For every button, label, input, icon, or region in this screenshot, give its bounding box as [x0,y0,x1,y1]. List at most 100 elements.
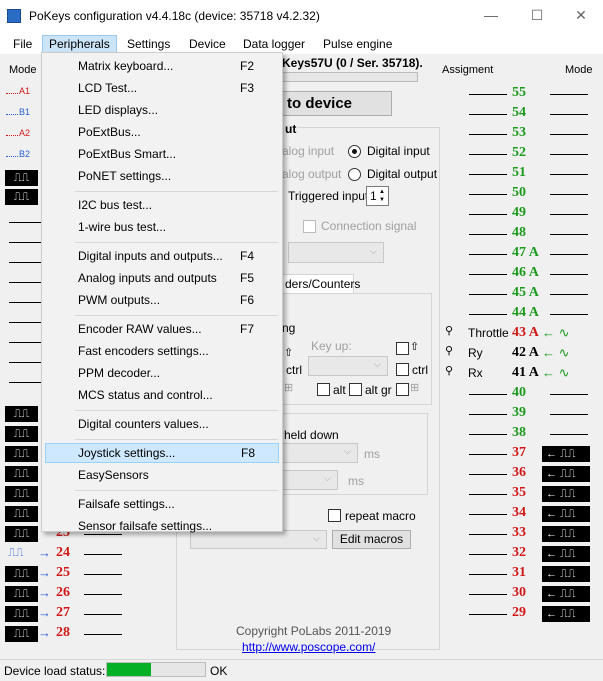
digital-input-radio[interactable] [348,145,361,158]
menu-peripherals[interactable]: Peripherals [42,35,117,53]
digital-input-indicator[interactable]: ⎍⎍ [5,170,38,186]
pin-line [469,194,507,195]
digital-input-indicator[interactable]: ⎍⎍ [5,506,38,522]
digital-output-indicator[interactable]: ← ⎍⎍ [542,566,590,582]
digital-input-indicator[interactable]: ⎍⎍ [5,606,38,622]
repeat-macro-label: repeat macro [345,509,416,523]
connection-signal-checkbox[interactable] [303,220,316,233]
pin-number-39: 39 [512,405,526,420]
digital-output-label: Digital output [367,167,438,181]
menu-item-led-displays[interactable]: LED displays... [45,100,279,120]
digital-output-indicator[interactable]: ← ⎍⎍ [542,546,590,562]
menu-item-i2c-bus-test[interactable]: I2C bus test... [45,195,279,215]
menu-item-lcd-test[interactable]: LCD Test... F3 [45,78,279,98]
menu-item-easysensors[interactable]: EasySensors [45,465,279,485]
pin-number-52: 52 [512,145,526,160]
menu-item-digital-inputs-and-outputs[interactable]: Digital inputs and outputs... F4 [45,246,279,266]
digital-input-indicator[interactable]: ⎍⎍ [5,566,38,582]
menu-item-fast-encoders-settings[interactable]: Fast encoders settings... [45,341,279,361]
menu-item-label: Failsafe settings... [78,497,175,511]
title-bar: PoKeys configuration v4.4.18c (device: 3… [0,0,603,33]
pin-line [9,242,41,243]
menu-device[interactable]: Device [182,35,233,53]
menu-pulse-engine[interactable]: Pulse engine [316,35,399,53]
digital-output-radio[interactable] [348,168,361,181]
pin-line [469,134,507,135]
digital-output-indicator[interactable]: ← ⎍⎍ [542,606,590,622]
edit-macros-button[interactable]: Edit macros [332,530,411,549]
menu-settings[interactable]: Settings [120,35,177,53]
shift-icon-left: ⇧ [284,347,294,359]
menu-item-analog-inputs-and-outputs[interactable]: Analog inputs and outputs F5 [45,268,279,288]
device-label: Keys57U (0 / Ser. 35718). [282,56,423,70]
menu-item-label: EasySensors [78,468,149,482]
menu-item-sensor-failsafe-settings[interactable]: Sensor failsafe settings... [45,516,279,536]
pin-number-43A: 43 A [512,325,539,340]
website-link[interactable]: http://www.poscope.com/ [242,640,375,654]
digital-input-indicator[interactable]: ⎍⎍ [5,189,38,205]
menu-item-mcs-status-and-control[interactable]: MCS status and control... [45,385,279,405]
menu-file[interactable]: File [6,35,39,53]
close-button[interactable]: ✕ [558,0,603,31]
menu-data-logger[interactable]: Data logger [236,35,312,53]
alt-checkbox[interactable] [317,383,330,396]
pwm-indicator[interactable]: ⎍⎍ [8,547,23,560]
pin-line [550,214,588,215]
maximize-button[interactable]: ☐ [514,0,560,31]
menu-item-poextbus-smart[interactable]: PoExtBus Smart... [45,144,279,164]
device-load-status-label: Device load status: [4,664,106,678]
key-up-shift-checkbox[interactable] [396,342,409,355]
digital-input-indicator[interactable]: ⎍⎍ [5,486,38,502]
repeat-macro-checkbox[interactable] [328,509,341,522]
menu-item-label: PPM decoder... [78,366,161,380]
assignment-rx: Rx [468,366,483,380]
pin-line [469,434,507,435]
menu-item-matrix-keyboard[interactable]: Matrix keyboard... F2 [45,56,279,76]
send-to-device-button[interactable]: to device [270,91,392,116]
digital-input-indicator[interactable]: ⎍⎍ [5,586,38,602]
analog-output-label: alog output [282,167,342,181]
ctrl-label-left: ctrl [286,363,302,377]
menu-item-label: MCS status and control... [78,388,213,402]
arrow-right-icon: → [38,585,51,600]
encoder-channel-label: B1 [19,107,31,117]
pin-line [469,274,507,275]
digital-output-indicator[interactable]: ← ⎍⎍ [542,486,590,502]
arrow-right-icon: → [38,605,51,620]
digital-input-indicator[interactable]: ⎍⎍ [5,526,38,542]
digital-input-indicator[interactable]: ⎍⎍ [5,426,38,442]
pin-line [550,394,588,395]
triggered-input-spinner[interactable]: 1 [366,186,389,206]
chevron-down-icon: ⌵ [344,446,351,456]
menu-item-poextbus[interactable]: PoExtBus... [45,122,279,142]
digital-input-indicator[interactable]: ⎍⎍ [5,466,38,482]
digital-output-indicator[interactable]: ← ⎍⎍ [542,506,590,522]
pin-line [469,554,507,555]
key-up-ctrl-checkbox[interactable] [396,363,409,376]
windows-key-checkbox[interactable] [396,383,409,396]
menu-item-ppm-decoder[interactable]: PPM decoder... [45,363,279,383]
menu-item-label: I2C bus test... [78,198,153,212]
menu-item-digital-counters-values[interactable]: Digital counters values... [45,414,279,434]
spinner-arrows-icon[interactable]: ▲ ▼ [379,188,385,204]
menu-item-encoder-raw-values[interactable]: Encoder RAW values... F7 [45,319,279,339]
digital-input-indicator[interactable]: ⎍⎍ [5,406,38,422]
menu-item-ponet-settings[interactable]: PoNET settings... [45,166,279,186]
digital-output-indicator[interactable]: ← ⎍⎍ [542,526,590,542]
minimize-button[interactable]: — [468,0,514,31]
menu-item-failsafe-settings[interactable]: Failsafe settings... [45,494,279,514]
alt-gr-checkbox[interactable] [349,383,362,396]
digital-output-indicator[interactable]: ← ⎍⎍ [542,586,590,602]
menu-item-pwm-outputs[interactable]: PWM outputs... F6 [45,290,279,310]
assignment-throttle: Throttle [468,326,509,340]
digital-output-indicator[interactable]: ← ⎍⎍ [542,446,590,462]
menu-item-1-wire-bus-test[interactable]: 1-wire bus test... [45,217,279,237]
menu-item-shortcut: F6 [240,293,255,307]
digital-input-indicator[interactable]: ⎍⎍ [5,446,38,462]
digital-output-indicator[interactable]: ← ⎍⎍ [542,466,590,482]
pin-line [550,314,588,315]
menu-item-joystick-settings[interactable]: Joystick settings... F8 [45,443,279,463]
menu-separator [75,410,278,411]
tab-encoders-counters[interactable]: ders/Counters [282,274,360,293]
digital-input-indicator[interactable]: ⎍⎍ [5,626,38,642]
